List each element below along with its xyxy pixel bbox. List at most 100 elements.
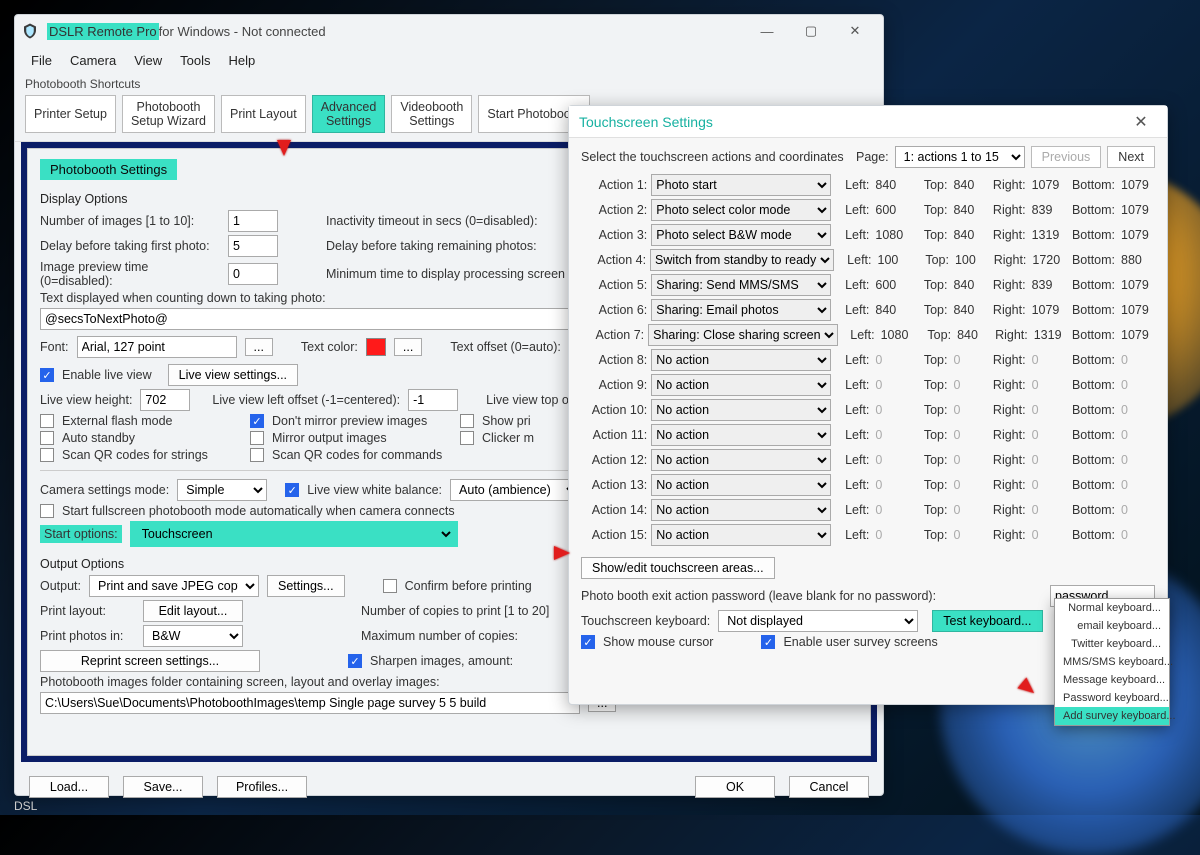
left-input[interactable] <box>879 325 915 345</box>
action-select[interactable]: No action <box>651 499 831 521</box>
action-select[interactable]: No action <box>651 424 831 446</box>
show-mouse-checkbox[interactable]: ✓ <box>581 635 595 649</box>
confirm-print-checkbox[interactable] <box>383 579 397 593</box>
bottom-input[interactable] <box>1119 325 1155 345</box>
show-pri-checkbox[interactable] <box>460 414 474 428</box>
left-input[interactable] <box>873 475 909 495</box>
action-select[interactable]: Photo select B&W mode <box>651 224 831 246</box>
action-select[interactable]: Switch from standby to ready <box>650 249 834 271</box>
menu-file[interactable]: File <box>23 50 60 71</box>
menu-view[interactable]: View <box>126 50 170 71</box>
bottom-input[interactable] <box>1119 475 1155 495</box>
top-input[interactable] <box>951 400 987 420</box>
left-input[interactable] <box>873 425 909 445</box>
left-input[interactable] <box>873 400 909 420</box>
right-input[interactable] <box>1030 175 1066 195</box>
preview-input[interactable] <box>228 263 278 285</box>
tbtn-videobooth-settings[interactable]: VideoboothSettings <box>391 95 472 133</box>
right-input[interactable] <box>1030 275 1066 295</box>
font-input[interactable] <box>77 336 237 358</box>
ts-close-button[interactable]: ✕ <box>1121 112 1161 132</box>
output-settings-button[interactable]: Settings... <box>267 575 345 597</box>
top-input[interactable] <box>951 200 987 220</box>
reprint-button[interactable]: Reprint screen settings... <box>40 650 260 672</box>
lv-left-input[interactable] <box>408 389 458 411</box>
action-select[interactable]: Photo start <box>651 174 831 196</box>
bottom-input[interactable] <box>1119 275 1155 295</box>
right-input[interactable] <box>1030 525 1066 545</box>
kb-item-email[interactable]: email keyboard... <box>1055 617 1169 635</box>
bottom-input[interactable] <box>1119 225 1155 245</box>
right-input[interactable] <box>1030 500 1066 520</box>
start-options-select[interactable]: Touchscreen <box>134 523 454 545</box>
top-input[interactable] <box>951 525 987 545</box>
scan-qr-commands-checkbox[interactable] <box>250 448 264 462</box>
countdown-text-input[interactable] <box>40 308 580 330</box>
auto-standby-checkbox[interactable] <box>40 431 54 445</box>
start-fullscreen-checkbox[interactable] <box>40 504 54 518</box>
enable-live-view-checkbox[interactable]: ✓ <box>40 368 54 382</box>
camera-mode-select[interactable]: Simple <box>177 479 267 501</box>
right-input[interactable] <box>1032 325 1068 345</box>
tbtn-setup-wizard[interactable]: PhotoboothSetup Wizard <box>122 95 215 133</box>
lv-wb-checkbox[interactable]: ✓ <box>285 483 299 497</box>
left-input[interactable] <box>876 250 912 270</box>
kb-item-mmssms[interactable]: MMS/SMS keyboard... <box>1055 653 1169 671</box>
sharpen-checkbox[interactable]: ✓ <box>348 654 362 668</box>
bottom-input[interactable] <box>1119 200 1155 220</box>
bottom-input[interactable] <box>1119 500 1155 520</box>
ok-button[interactable]: OK <box>695 776 775 798</box>
left-input[interactable] <box>873 225 909 245</box>
close-button[interactable]: ✕ <box>833 17 877 45</box>
bottom-input[interactable] <box>1119 175 1155 195</box>
load-button[interactable]: Load... <box>29 776 109 798</box>
top-input[interactable] <box>951 275 987 295</box>
test-keyboard-button[interactable]: Test keyboard... <box>932 610 1042 632</box>
save-button[interactable]: Save... <box>123 776 203 798</box>
left-input[interactable] <box>873 175 909 195</box>
kb-item-normal[interactable]: Normal keyboard... <box>1055 599 1169 617</box>
right-input[interactable] <box>1030 225 1066 245</box>
text-color-button[interactable]: ... <box>394 338 422 356</box>
bottom-input[interactable] <box>1119 400 1155 420</box>
tbtn-print-layout[interactable]: Print Layout <box>221 95 306 133</box>
bottom-input[interactable] <box>1119 425 1155 445</box>
right-input[interactable] <box>1030 475 1066 495</box>
right-input[interactable] <box>1030 425 1066 445</box>
page-select[interactable]: 1: actions 1 to 15 <box>895 146 1025 168</box>
left-input[interactable] <box>873 350 909 370</box>
ts-keyboard-select[interactable]: Not displayed <box>718 610 918 632</box>
right-input[interactable] <box>1030 250 1066 270</box>
profiles-button[interactable]: Profiles... <box>217 776 307 798</box>
bottom-input[interactable] <box>1119 525 1155 545</box>
top-input[interactable] <box>951 375 987 395</box>
text-color-swatch[interactable] <box>366 338 386 356</box>
action-select[interactable]: No action <box>651 524 831 546</box>
bottom-input[interactable] <box>1119 250 1155 270</box>
kb-item-message[interactable]: Message keyboard... <box>1055 671 1169 689</box>
top-input[interactable] <box>951 475 987 495</box>
menu-tools[interactable]: Tools <box>172 50 218 71</box>
left-input[interactable] <box>873 300 909 320</box>
bottom-input[interactable] <box>1119 450 1155 470</box>
top-input[interactable] <box>951 300 987 320</box>
left-input[interactable] <box>873 500 909 520</box>
right-input[interactable] <box>1030 300 1066 320</box>
action-select[interactable]: No action <box>651 374 831 396</box>
menu-help[interactable]: Help <box>221 50 264 71</box>
right-input[interactable] <box>1030 450 1066 470</box>
dont-mirror-checkbox[interactable]: ✓ <box>250 414 264 428</box>
kb-item-add-survey[interactable]: Add survey keyboard... <box>1055 707 1169 725</box>
right-input[interactable] <box>1030 350 1066 370</box>
left-input[interactable] <box>873 450 909 470</box>
live-view-settings-button[interactable]: Live view settings... <box>168 364 298 386</box>
menu-camera[interactable]: Camera <box>62 50 124 71</box>
left-input[interactable] <box>873 525 909 545</box>
tbtn-advanced-settings[interactable]: AdvancedSettings <box>312 95 386 133</box>
left-input[interactable] <box>873 275 909 295</box>
mirror-output-checkbox[interactable] <box>250 431 264 445</box>
next-button[interactable]: Next <box>1107 146 1155 168</box>
cancel-button[interactable]: Cancel <box>789 776 869 798</box>
lv-wb-select[interactable]: Auto (ambience) <box>450 479 580 501</box>
right-input[interactable] <box>1030 400 1066 420</box>
